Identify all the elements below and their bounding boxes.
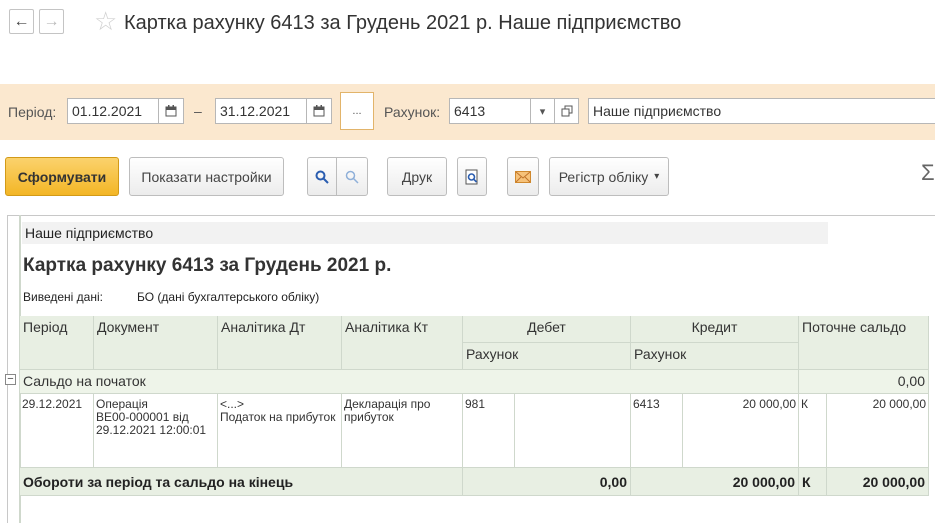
row-debit-amount: [515, 394, 631, 468]
opening-balance-value: 0,00: [799, 370, 929, 394]
generate-button[interactable]: Сформувати: [5, 157, 119, 196]
preview-button[interactable]: [457, 157, 487, 196]
row-credit-account: 6413: [631, 394, 683, 468]
cancel-search-button[interactable]: [336, 157, 368, 196]
dropdown-arrow-icon: ▾: [539, 105, 546, 118]
row-analytics-dt-line: Податок на прибуток: [220, 410, 336, 424]
totals-credit: 20 000,00: [631, 468, 799, 496]
col-period: Період: [20, 316, 94, 370]
period-picker-button[interactable]: ...: [340, 92, 374, 130]
row-balance-side: К: [799, 394, 827, 468]
forward-button[interactable]: →: [39, 9, 64, 34]
envelope-icon: [515, 170, 531, 183]
register-dropdown-button[interactable]: Регістр обліку ▾: [549, 157, 669, 196]
date-to-input[interactable]: 31.12.2021: [215, 98, 307, 124]
back-button[interactable]: ←: [9, 9, 34, 34]
calendar-icon: [165, 105, 177, 117]
date-from-input[interactable]: 01.12.2021: [67, 98, 159, 124]
col-debit: Дебет: [463, 316, 631, 343]
account-open-button[interactable]: [554, 98, 579, 124]
collapse-group-toggle[interactable]: −: [5, 374, 16, 385]
totals-balance: 20 000,00: [827, 468, 929, 496]
calendar-from-button[interactable]: [158, 98, 184, 124]
search-cancel-icon: [345, 170, 359, 184]
register-label: Регістр обліку: [558, 168, 649, 185]
open-window-icon: [561, 105, 572, 117]
calendar-to-button[interactable]: [306, 98, 332, 124]
row-debit-account: 981: [463, 394, 515, 468]
organization-input[interactable]: Наше підприємство: [588, 98, 935, 124]
col-debit-account: Рахунок: [463, 343, 631, 370]
col-document: Документ: [94, 316, 218, 370]
data-value: БО (дані бухгалтерського обліку): [137, 290, 320, 304]
chevron-down-icon: ▾: [654, 171, 660, 182]
row-document-line: 29.12.2021 12:00:01: [96, 423, 207, 437]
window-title: Картка рахунку 6413 за Грудень 2021 р. Н…: [124, 12, 682, 34]
account-label: Рахунок:: [384, 104, 441, 120]
period-label: Період:: [8, 104, 57, 120]
row-analytics-dt: <...> Податок на прибуток: [218, 394, 342, 468]
arrow-left-icon: ←: [13, 12, 30, 30]
print-button[interactable]: Друк: [387, 157, 447, 196]
row-analytics-kt-line: прибуток: [344, 410, 394, 424]
totals-balance-side: К: [799, 468, 827, 496]
col-credit-account: Рахунок: [631, 343, 799, 370]
data-label: Виведені дані:: [23, 290, 103, 304]
col-analytics-kt: Аналітика Кт: [342, 316, 463, 370]
sum-icon[interactable]: Σ: [921, 160, 935, 186]
favorite-star-icon[interactable]: ☆: [94, 7, 117, 35]
report-title: Картка рахунку 6413 за Грудень 2021 р.: [23, 255, 392, 276]
row-date: 29.12.2021: [20, 394, 94, 468]
col-balance: Поточне сальдо: [799, 316, 929, 370]
send-email-button[interactable]: [507, 157, 539, 196]
row-balance-amount: 20 000,00: [827, 394, 929, 468]
col-analytics-dt: Аналітика Дт: [218, 316, 342, 370]
calendar-icon: [313, 105, 325, 117]
col-credit: Кредит: [631, 316, 799, 343]
row-credit-amount: 20 000,00: [683, 394, 799, 468]
row-analytics-kt: Декларація про прибуток: [342, 394, 463, 468]
report-organization: Наше підприємство: [25, 225, 154, 241]
search-button[interactable]: [307, 157, 337, 196]
print-preview-icon: [465, 169, 478, 184]
opening-balance-label: Сальдо на початок: [20, 370, 799, 394]
totals-debit: 0,00: [463, 468, 631, 496]
arrow-right-icon: →: [43, 12, 60, 30]
account-input[interactable]: 6413: [449, 98, 531, 124]
search-icon: [315, 170, 329, 184]
totals-label: Обороти за період та сальдо на кінець: [20, 468, 463, 496]
period-dash: –: [194, 103, 202, 119]
account-dropdown-button[interactable]: ▾: [530, 98, 555, 124]
show-settings-button[interactable]: Показати настройки: [129, 157, 284, 196]
row-document[interactable]: Операція BE00-000001 від 29.12.2021 12:0…: [94, 394, 218, 468]
